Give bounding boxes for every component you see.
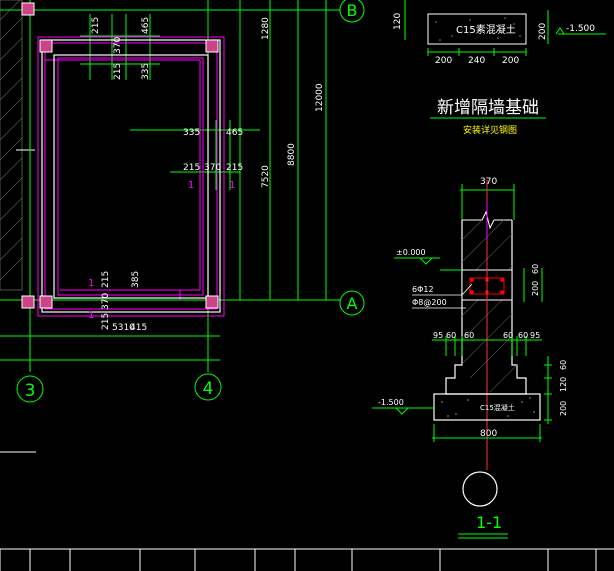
top-detail-elevation: -1.500 (566, 24, 595, 34)
section-rebar-label-1: 6Φ12 (412, 285, 434, 294)
plan-section-mark-left: 1 (188, 180, 194, 191)
top-detail-vdim-right: 200 (538, 23, 548, 40)
top-detail-dim-3: 200 (502, 56, 519, 66)
plan-top-dim2-1: 215 (113, 63, 123, 80)
top-detail-dim-1: 200 (435, 56, 452, 66)
plan-bottom-dim-3: 385 (131, 271, 141, 288)
section-top-width: 370 (480, 177, 497, 187)
section-footing-label: C15混凝土 (480, 403, 515, 412)
section-step-left-1: 95 (433, 331, 443, 340)
detail-subtitle: 安装详见钢图 (463, 124, 517, 136)
grid-label-3: 3 (25, 381, 36, 401)
plan-section-mark-bl: 1 (88, 278, 94, 289)
section-1-1-drawing: 370 ±0.000 6Φ12 Φ8@200 200 60 95 60 60 6… (372, 177, 568, 539)
plan-right-dim-b1: 215 (183, 163, 200, 173)
plan-top-dim-3: 465 (141, 17, 151, 34)
cad-drawing-canvas: 215 370 465 215 335 335 465 215 370 215 … (0, 0, 614, 571)
plan-right-dim-a2: 465 (226, 128, 243, 138)
plan-vdim-7520: 7520 (261, 165, 271, 188)
plan-bottom-dim2-3: 415 (130, 323, 147, 333)
section-right-dim-2: 120 (559, 377, 568, 392)
plan-section-mark-right: 1 (229, 180, 235, 191)
grid-label-4: 4 (203, 379, 214, 399)
section-elevation-top: ±0.000 (396, 248, 426, 257)
section-right-dim-3: 200 (559, 401, 568, 416)
plan-bottom-dim2-1: 215 (101, 313, 111, 330)
top-detail-label: C15素混凝土 (456, 23, 516, 36)
top-detail-dim-2: 240 (468, 56, 485, 66)
grid-bubble-3: 3 (16, 375, 44, 403)
section-right-dim-1: 60 (559, 360, 568, 370)
plan-bottom-dim-1: 215 (101, 271, 111, 288)
section-title-block: 新增隔墙基础 安装详见钢图 (430, 98, 546, 136)
section-step-mid-left: 60 (464, 331, 474, 340)
drawing-title-strip (0, 548, 614, 571)
grid-bubble-4: 4 (194, 373, 222, 401)
grid-label-a: A (347, 294, 358, 313)
section-beam-height-2: 60 (531, 264, 540, 274)
plan-right-dim-b3: 215 (226, 163, 243, 173)
plan-vdim-8800: 8800 (287, 143, 297, 166)
section-name: 1-1 (476, 513, 502, 532)
plan-right-dim-a1: 335 (183, 128, 200, 138)
detail-title: 新增隔墙基础 (437, 98, 539, 118)
plan-vdim-12000: 12000 (315, 83, 325, 112)
plan-top-dim-2: 370 (113, 37, 123, 54)
section-beam-height: 200 (531, 281, 540, 296)
section-step-right-2: 60 (518, 331, 528, 340)
plan-top-dim-1: 215 (91, 17, 101, 34)
section-step-left-2: 60 (446, 331, 456, 340)
top-right-footing-detail: C15素混凝土 200 240 200 120 200 -1.500 (393, 0, 606, 66)
grid-label-b: B (347, 1, 358, 20)
plan-right-dim-b2: 370 (204, 163, 221, 173)
grid-bubble-a: A (339, 290, 365, 316)
section-step-right-1: 60 (503, 331, 513, 340)
plan-vdim-1280: 1280 (261, 17, 271, 40)
grid-bubble-b: B (339, 0, 365, 23)
section-bottom-width: 800 (480, 429, 497, 439)
section-rebar-label-2: Φ8@200 (412, 298, 447, 307)
section-step-right-3: 95 (530, 331, 540, 340)
plan-bottom-dim-2: 370 (101, 293, 111, 310)
plan-section-mark-br: 1 (88, 310, 94, 321)
top-detail-vdim-left: 120 (393, 13, 403, 30)
plan-top-dim2-2: 335 (141, 63, 151, 80)
section-elevation-bottom: -1.500 (378, 398, 404, 407)
